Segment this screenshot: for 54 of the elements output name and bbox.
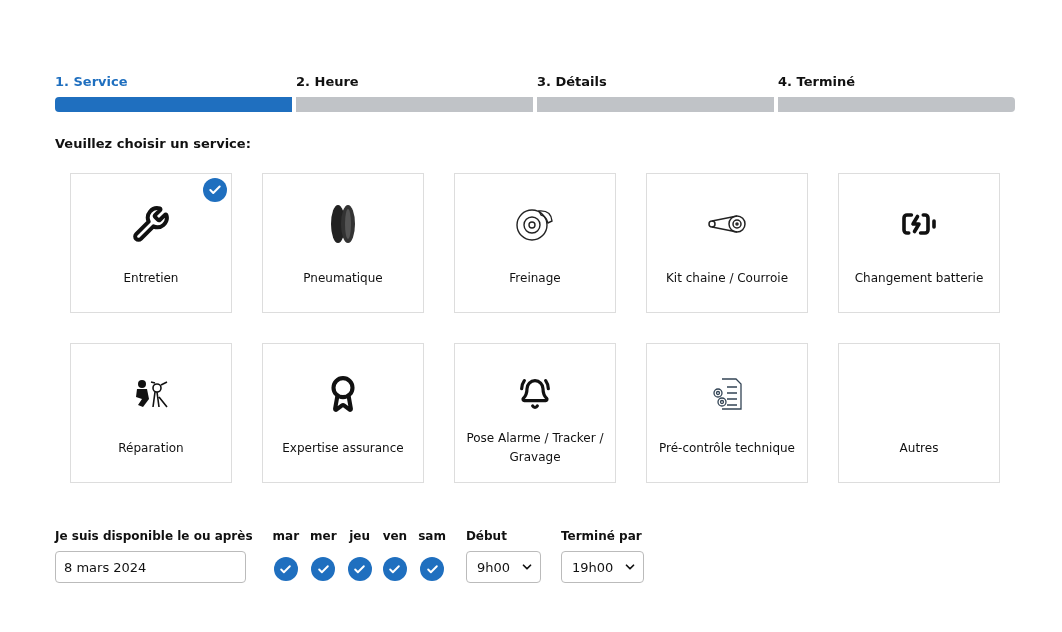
day-label: jeu <box>349 529 371 543</box>
date-field[interactable]: 8 mars 2024 <box>55 551 246 583</box>
chain-drive-icon <box>707 214 747 234</box>
service-card[interactable]: Autres <box>838 343 1000 483</box>
day-label: ven <box>382 529 408 543</box>
step-label[interactable]: 2. Heure <box>296 74 533 89</box>
service-card[interactable]: Changement batterie <box>838 173 1000 313</box>
service-label: Expertise assurance <box>281 439 405 457</box>
start-select[interactable]: 9h00 <box>465 551 541 583</box>
service-label: Réparation <box>117 439 185 457</box>
end-select[interactable]: 19h00 <box>560 551 645 583</box>
tyres-icon <box>330 204 356 244</box>
service-label: Pré-contrôle technique <box>657 439 796 457</box>
service-label: Pose Alarme / Tracker / Gravage <box>465 430 605 466</box>
wrench-icon <box>132 205 170 243</box>
prompt-text: Veuillez choisir un service: <box>55 136 252 151</box>
service-label: Pneumatique <box>302 269 384 287</box>
service-card[interactable]: Entretien <box>70 173 232 313</box>
check-badge-icon <box>203 178 227 202</box>
service-card[interactable]: Pneumatique <box>262 173 424 313</box>
brake-disc-icon <box>515 206 555 242</box>
service-label: Autres <box>898 439 940 457</box>
day-checkbox[interactable] <box>273 557 298 581</box>
step-label[interactable]: 1. Service <box>55 74 292 89</box>
service-card[interactable]: Réparation <box>70 343 232 483</box>
check-icon <box>316 562 330 576</box>
day-checkbox[interactable] <box>382 557 407 581</box>
service-card[interactable]: Expertise assurance <box>262 343 424 483</box>
date-label: Je suis disponible le ou après <box>55 529 253 543</box>
service-card[interactable]: Pose Alarme / Tracker / Gravage <box>454 343 616 483</box>
day-label: mer <box>310 529 337 543</box>
day-checkbox[interactable] <box>347 557 372 581</box>
service-card[interactable]: Freinage <box>454 173 616 313</box>
day-label: mar <box>272 529 300 543</box>
check-icon <box>353 562 367 576</box>
mechanic-icon <box>133 379 169 409</box>
service-label: Freinage <box>508 269 562 287</box>
step-label[interactable]: 4. Terminé <box>778 74 1015 89</box>
service-card[interactable]: Pré-contrôle technique <box>646 343 808 483</box>
end-label: Terminé par <box>560 529 643 543</box>
step-label[interactable]: 3. Détails <box>537 74 774 89</box>
start-label: Début <box>465 529 508 543</box>
check-icon <box>279 562 293 576</box>
day-checkbox[interactable] <box>420 557 445 581</box>
day-label: sam <box>418 529 446 543</box>
check-icon <box>425 562 439 576</box>
day-checkbox[interactable] <box>311 557 336 581</box>
check-icon <box>388 562 402 576</box>
service-label: Changement batterie <box>853 269 985 287</box>
service-label: Kit chaine / Courroie <box>664 269 790 287</box>
service-card[interactable]: Kit chaine / Courroie <box>646 173 808 313</box>
service-label: Entretien <box>122 269 180 287</box>
checklist-gears-icon <box>710 377 744 411</box>
bell-icon <box>519 378 551 410</box>
